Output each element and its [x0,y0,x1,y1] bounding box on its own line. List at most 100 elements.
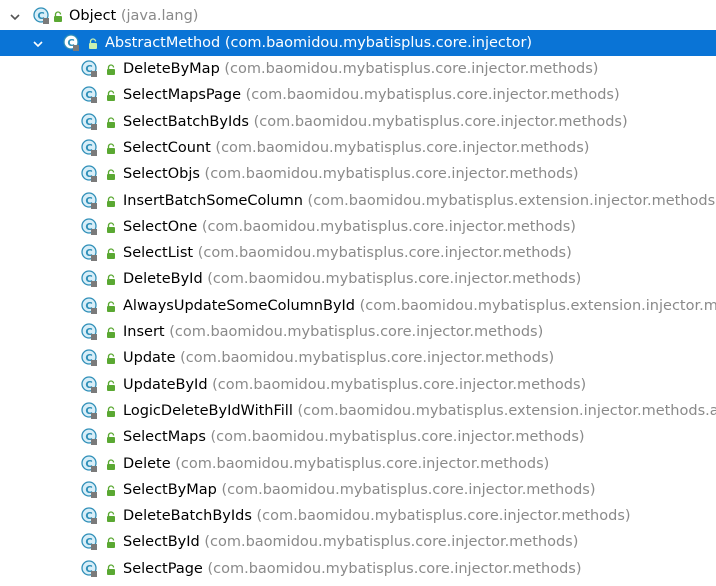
class-name: SelectById [123,534,200,551]
tree-node-child[interactable]: C LogicDeleteByIdWithFill (com.baomidou.m… [0,398,716,424]
class-c-icon: C [81,349,99,367]
lock-icon [106,274,116,286]
package-name: (com.baomidou.mybatisplus.extension.inje… [359,297,716,314]
lock-icon [106,406,116,418]
tree-node-label: SelectById (com.baomidou.mybatisplus.cor… [123,529,578,555]
tree-node-child[interactable]: C SelectByMap (com.baomidou.mybatisplus.c… [0,477,716,503]
class-c-icon: C [81,375,99,394]
class-hierarchy-tree: C Object (java.lang) C AbstractMethod (com.… [0,0,716,586]
class-name: AbstractMethod [105,34,221,51]
tree-node-object[interactable]: C Object (java.lang) [0,3,716,29]
lock-icon [106,169,116,181]
tree-node-label: DeleteByMap (com.baomidou.mybatisplus.co… [123,56,598,82]
lock-icon [106,248,116,260]
class-c-icon: C [63,33,81,52]
tree-node-child[interactable]: C AlwaysUpdateSomeColumnById (com.baomido… [0,293,716,319]
class-name: LogicDeleteByIdWithFill [123,402,293,419]
tree-node-child[interactable]: C SelectMapsPage (com.baomidou.mybatisplu… [0,82,716,108]
package-name: (java.lang) [120,8,199,24]
tree-node-label: SelectMapsPage (com.baomidou.mybatisplus… [123,82,620,108]
class-name: SelectBatchByIds [123,113,249,130]
tree-node-label: AbstractMethod (com.baomidou.mybatisplus… [105,30,532,56]
class-c-icon: C [81,402,99,420]
class-c-icon: C [81,323,99,341]
tree-node-label: DeleteBatchByIds (com.baomidou.mybatispl… [123,503,631,529]
lock-icon [106,195,116,208]
tree-node-child[interactable]: C Update (com.baomidou.mybatisplus.core.i… [0,345,716,371]
class-c-icon: C [81,244,99,262]
tree-node-child[interactable]: C SelectOne (com.baomidou.mybatisplus.cor… [0,214,716,240]
tree-node-label: SelectPage (com.baomidou.mybatisplus.cor… [123,556,582,582]
tree-node-child[interactable]: C Delete (com.baomidou.mybatisplus.core.i… [0,451,716,477]
tree-node-label: Delete (com.baomidou.mybatisplus.core.in… [123,451,549,477]
class-c-icon: C [81,139,99,157]
tree-node-label: Update (com.baomidou.mybatisplus.core.in… [123,345,554,371]
tree-node-child[interactable]: C SelectBatchByIds (com.baomidou.mybatisp… [0,109,716,135]
lock-icon [106,564,116,576]
lock-icon [106,222,116,234]
tree-node-child[interactable]: C DeleteById (com.baomidou.mybatisplus.co… [0,266,716,292]
lock-icon [106,432,116,444]
package-name: (com.baomidou.mybatisplus.core.injector.… [256,508,631,525]
lock-icon [106,353,116,365]
class-c-icon: C [81,454,99,473]
class-c-icon: C [81,86,99,104]
class-c-icon: C [81,533,99,551]
tree-node-child[interactable]: C SelectMaps (com.baomidou.mybatisplus.co… [0,424,716,450]
tree-node-label: SelectMaps (com.baomidou.mybatisplus.cor… [123,424,585,450]
package-name: (com.baomidou.mybatisplus.core.injector.… [207,271,582,288]
class-c-icon: C [81,60,99,78]
tree-node-child[interactable]: C SelectObjs (com.baomidou.mybatisplus.co… [0,161,716,187]
chevron-down-icon[interactable] [10,12,20,22]
tree-node-child[interactable]: C SelectById (com.baomidou.mybatisplus.co… [0,529,716,555]
lock-icon [106,379,116,392]
lock-icon [106,64,116,76]
tree-node-label: Insert (com.baomidou.mybatisplus.core.in… [123,319,543,345]
chevron-down-icon[interactable] [33,39,43,49]
class-name: Object [69,8,117,24]
tree-node-label: InsertBatchSomeColumn (com.baomidou.myba… [123,188,716,214]
package-name: (com.baomidou.mybatisplus.core.injector.… [180,350,555,367]
package-name: (com.baomidou.mybatisplus.core.injector.… [201,218,576,235]
class-name: DeleteById [123,271,203,288]
class-c-icon: C [81,297,99,315]
package-name: (com.baomidou.mybatisplus.extension.inje… [297,402,716,419]
lock-icon [53,11,63,23]
package-name: (com.baomidou.mybatisplus.core.injector.… [224,61,599,77]
tree-node-child[interactable]: C InsertBatchSomeColumn (com.baomidou.myb… [0,188,716,214]
class-name: DeleteByMap [123,61,220,77]
tree-node-label: DeleteById (com.baomidou.mybatisplus.cor… [123,266,581,292]
tree-node-label: SelectObjs (com.baomidou.mybatisplus.cor… [123,161,579,187]
class-c-icon: C [81,507,99,525]
class-c-icon: C [33,7,51,25]
tree-node-child[interactable]: C UpdateById (com.baomidou.mybatisplus.co… [0,372,716,398]
tree-node-child[interactable]: C SelectPage (com.baomidou.mybatisplus.co… [0,556,716,582]
tree-node-label: SelectByMap (com.baomidou.mybatisplus.co… [123,477,596,503]
lock-icon [106,458,116,471]
lock-icon [106,143,116,155]
tree-node-label: SelectCount (com.baomidou.mybatisplus.co… [123,135,589,161]
class-c-icon: C [81,481,99,499]
tree-node-label: SelectBatchByIds (com.baomidou.mybatispl… [123,109,628,135]
package-name: (com.baomidou.mybatisplus.core.injector.… [215,139,590,156]
tree-node-child[interactable]: C DeleteBatchByIds (com.baomidou.mybatisp… [0,503,716,529]
tree-node-child[interactable]: C SelectList (com.baomidou.mybatisplus.co… [0,240,716,266]
lock-icon [106,301,116,313]
tree-node-abstractmethod[interactable]: C AbstractMethod (com.baomidou.mybatisplu… [0,29,716,56]
class-name: InsertBatchSomeColumn [123,192,303,209]
package-name: (com.baomidou.mybatisplus.core.injector.… [245,87,620,104]
tree-node-child[interactable]: C Insert (com.baomidou.mybatisplus.core.i… [0,319,716,345]
class-name: DeleteBatchByIds [123,508,252,525]
tree-node-label: SelectList (com.baomidou.mybatisplus.cor… [123,240,572,266]
class-name: SelectOne [123,218,198,235]
package-name: (com.baomidou.mybatisplus.core.injector.… [210,429,585,446]
package-name: (com.baomidou.mybatisplus.core.injector.… [207,560,582,577]
class-c-icon: C [81,218,99,236]
tree-node-label: Object (java.lang) [69,3,198,29]
tree-node-child[interactable]: C SelectCount (com.baomidou.mybatisplus.c… [0,135,716,161]
lock-icon [88,37,98,50]
class-c-icon: C [81,165,99,183]
tree-node-child[interactable]: C DeleteByMap (com.baomidou.mybatisplus.c… [0,56,716,82]
tree-node-label: SelectOne (com.baomidou.mybatisplus.core… [123,214,576,240]
tree-node-label: LogicDeleteByIdWithFill (com.baomidou.my… [123,398,716,424]
